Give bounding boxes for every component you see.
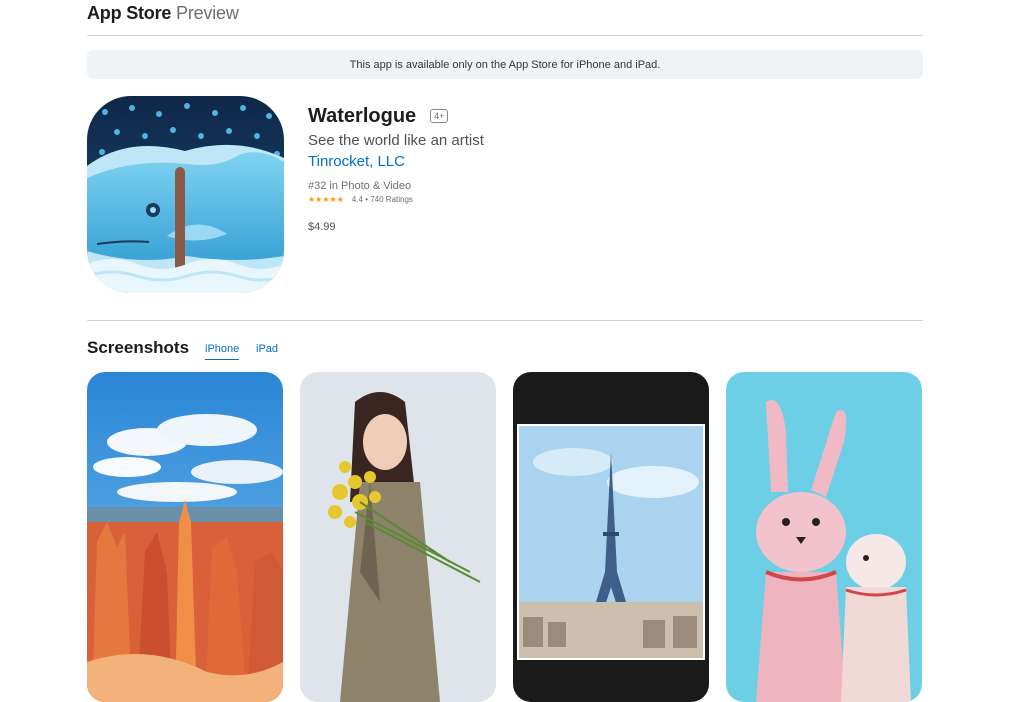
rating-text: 4.4 • 740 Ratings xyxy=(351,195,413,204)
screenshot-landscape[interactable] xyxy=(87,372,283,702)
screenshot-portrait[interactable] xyxy=(300,372,496,702)
app-subtitle: See the world like an artist xyxy=(308,132,484,149)
app-title: Waterlogue xyxy=(308,105,417,127)
rating-row: ★★★★★ 4.4 • 740 Ratings xyxy=(308,195,484,204)
age-rating-badge: 4+ xyxy=(430,109,449,123)
developer-link[interactable]: Tinrocket, LLC xyxy=(308,153,484,171)
availability-banner: This app is available only on the App St… xyxy=(87,50,923,79)
screenshot-bunnies[interactable] xyxy=(726,372,922,702)
brand-app-store: App Store xyxy=(87,3,172,23)
store-brand[interactable]: App Store Preview xyxy=(87,3,239,23)
tab-ipad[interactable]: iPad xyxy=(256,343,278,355)
screenshots-heading: Screenshots xyxy=(87,338,190,357)
app-price: $4.99 xyxy=(308,221,336,233)
app-icon xyxy=(87,96,284,293)
star-rating-icon: ★★★★★ xyxy=(308,195,344,204)
availability-text: This app is available only on the App St… xyxy=(349,58,661,71)
section-divider xyxy=(87,320,923,321)
brand-preview: Preview xyxy=(176,3,239,23)
category-rank[interactable]: #32 in Photo & Video xyxy=(308,180,484,192)
app-info: Waterlogue 4+ See the world like an arti… xyxy=(308,104,484,233)
screenshot-paris[interactable] xyxy=(513,372,709,702)
tab-iphone[interactable]: iPhone xyxy=(205,343,240,360)
store-header: App Store Preview xyxy=(87,0,923,36)
